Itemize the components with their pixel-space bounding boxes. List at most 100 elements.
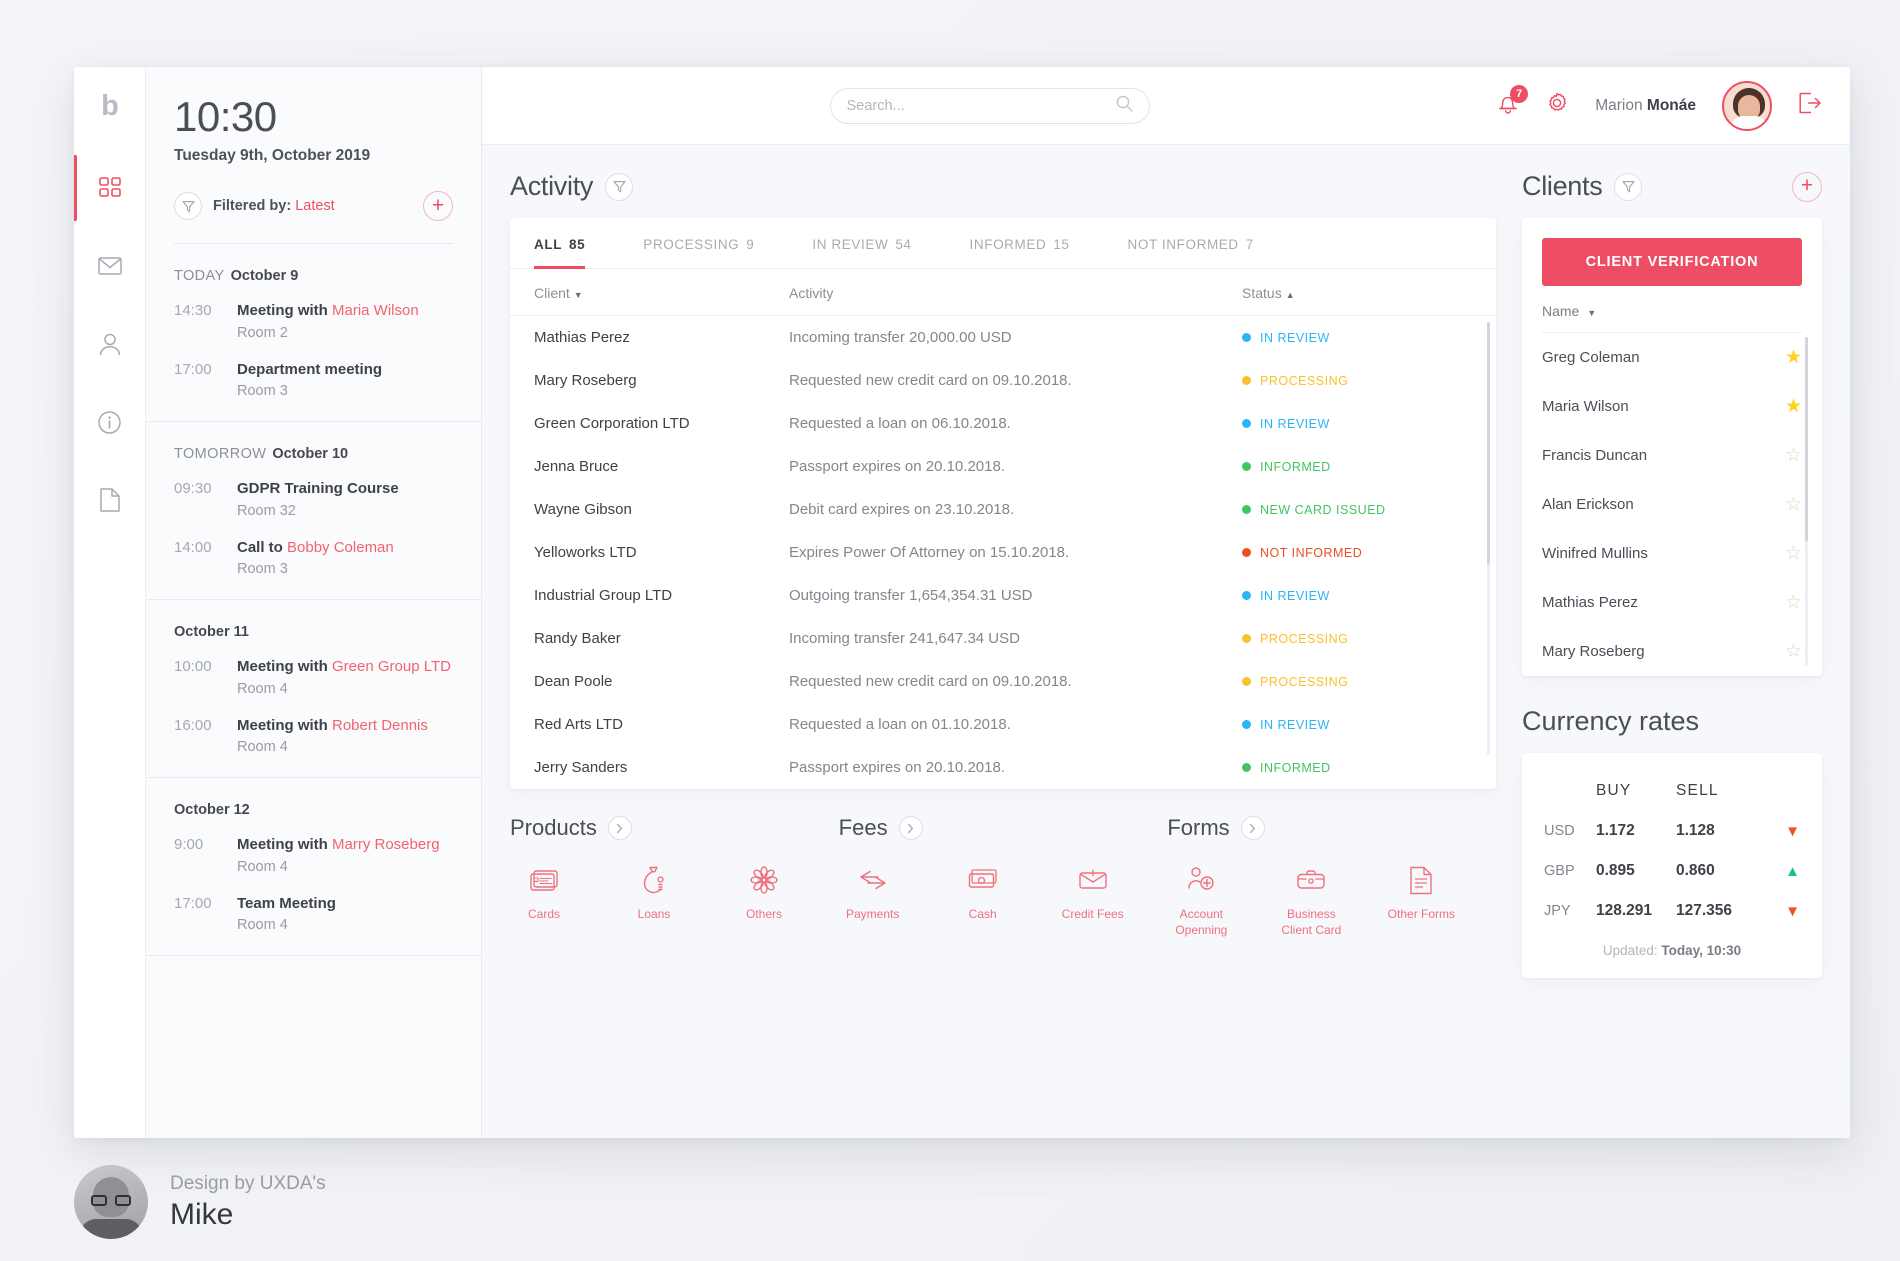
shortcut-payments[interactable]: Payments — [839, 863, 907, 922]
star-outline-icon[interactable]: ☆ — [1785, 544, 1802, 563]
shortcut-cards[interactable]: Cards — [510, 863, 578, 922]
activity-tabs: ALL 85 PROCESSING 9 IN REVIEW 54 INFORMED 15 NOT… — [510, 218, 1496, 269]
table-row[interactable]: Jerry Sanders Passport expires on 20.10.2… — [510, 746, 1496, 789]
money-bag-icon — [620, 863, 688, 897]
shortcut-credit-fees[interactable]: Credit Fees — [1059, 863, 1127, 922]
rail-item-dashboard[interactable] — [74, 149, 145, 227]
avatar-body — [1731, 115, 1767, 129]
tab-informed[interactable]: INFORMED 15 — [970, 218, 1070, 268]
table-row[interactable]: Wayne Gibson Debit card expires on 23.10.… — [510, 488, 1496, 531]
sort-arrow-status: ▲ — [1285, 290, 1295, 300]
calendar-event[interactable]: 10:00 Meeting with Green Group LTD Room 4 — [174, 657, 453, 697]
calendar-event-title: Meeting with Maria Wilson — [237, 302, 419, 320]
filter-label-text: Filtered by: — [213, 198, 292, 215]
shortcut-others[interactable]: Others — [730, 863, 798, 922]
client-row[interactable]: Maria Wilson ★ — [1542, 382, 1802, 431]
add-event-button[interactable]: + — [423, 191, 453, 222]
client-row[interactable]: Mathias Perez ☆ — [1542, 578, 1802, 627]
calendar-event[interactable]: 09:30 GDPR Training Course Room 32 — [174, 479, 453, 519]
currency-sell: 1.128 — [1676, 822, 1715, 839]
calendar-event-person[interactable]: Marry Roseberg — [332, 836, 440, 853]
info-icon — [98, 410, 121, 434]
calendar-day-date: October 10 — [272, 446, 349, 463]
star-filled-icon[interactable]: ★ — [1785, 397, 1802, 416]
tab-processing[interactable]: PROCESSING 9 — [643, 218, 754, 268]
filter-value-text[interactable]: Latest — [295, 198, 335, 214]
clients-sort-row[interactable]: Name ▼ — [1542, 286, 1802, 333]
calendar-event[interactable]: 9:00 Meeting with Marry Roseberg Room 4 — [174, 835, 453, 875]
currency-row: JPY 128.291 127.356 ▼ — [1544, 891, 1800, 931]
activity-filter-icon[interactable] — [605, 172, 634, 201]
rail-item-messages[interactable] — [74, 227, 145, 305]
table-row[interactable]: Industrial Group LTD Outgoing transfer 1,… — [510, 574, 1496, 617]
chevron-right-icon[interactable] — [1240, 816, 1265, 840]
table-row[interactable]: Yelloworks LTD Expires Power Of Attorney … — [510, 531, 1496, 574]
calendar-event[interactable]: 14:00 Call to Bobby Coleman Room 3 — [174, 538, 453, 578]
table-row[interactable]: Jenna Bruce Passport expires on 20.10.201… — [510, 445, 1496, 488]
logout-button[interactable] — [1798, 92, 1822, 119]
filter-icon[interactable] — [174, 192, 202, 221]
star-outline-icon[interactable]: ☆ — [1785, 642, 1802, 661]
client-verification-button[interactable]: CLIENT VERIFICATION — [1542, 238, 1802, 286]
chevron-right-icon[interactable] — [898, 816, 923, 840]
status-label: INFORMED — [1260, 760, 1331, 775]
settings-button[interactable] — [1545, 91, 1569, 120]
shortcut-loans[interactable]: Loans — [620, 863, 688, 922]
star-filled-icon[interactable]: ★ — [1785, 348, 1802, 367]
column-header-client-label: Client — [534, 285, 570, 301]
shortcut-other-forms[interactable]: Other Forms — [1387, 863, 1455, 938]
user-name[interactable]: Marion Monáe — [1595, 97, 1696, 115]
client-row[interactable]: Winifred Mullins ☆ — [1542, 529, 1802, 578]
calendar-event-person[interactable]: Maria Wilson — [332, 302, 419, 319]
column-header-status[interactable]: Status ▲ — [1242, 285, 1472, 301]
star-outline-icon[interactable]: ☆ — [1785, 446, 1802, 465]
client-row[interactable]: Greg Coleman ★ — [1542, 333, 1802, 382]
search-box[interactable] — [829, 87, 1150, 124]
tab-not-informed[interactable]: NOT INFORMED 7 — [1128, 218, 1254, 268]
shortcut-cash[interactable]: Cash — [949, 863, 1017, 922]
clients-scroll-thumb[interactable] — [1805, 337, 1808, 541]
activity-scrollbar[interactable] — [1487, 322, 1490, 755]
tab-all[interactable]: ALL 85 — [534, 218, 586, 269]
calendar-event[interactable]: 17:00 Department meeting Room 3 — [174, 360, 453, 400]
clients-scrollbar[interactable] — [1805, 337, 1808, 666]
client-row[interactable]: Alan Erickson ☆ — [1542, 480, 1802, 529]
table-row[interactable]: Mathias Perez Incoming transfer 20,000.00… — [510, 316, 1496, 359]
client-row[interactable]: Mary Roseberg ☆ — [1542, 627, 1802, 676]
shortcut-business-client-card[interactable]: Business Client Card — [1277, 863, 1345, 938]
avatar[interactable] — [1722, 80, 1772, 131]
calendar-event-person[interactable]: Green Group LTD — [332, 658, 451, 675]
table-row[interactable]: Red Arts LTD Requested a loan on 01.10.20… — [510, 703, 1496, 746]
column-header-client[interactable]: Client ▼ — [534, 285, 789, 301]
rail-item-documents[interactable] — [74, 461, 145, 539]
star-outline-icon[interactable]: ☆ — [1785, 495, 1802, 514]
calendar-event-person[interactable]: Robert Dennis — [332, 717, 428, 734]
clients-filter-icon[interactable] — [1614, 172, 1643, 201]
table-row[interactable]: Dean Poole Requested new credit card on 0… — [510, 660, 1496, 703]
calendar-event-title: Department meeting — [237, 360, 383, 378]
envelope-card-icon — [1059, 863, 1127, 897]
table-row[interactable]: Randy Baker Incoming transfer 241,647.34 … — [510, 617, 1496, 660]
shortcut-group-fees: Fees Payments Cash Credit Fees — [839, 815, 1168, 938]
star-outline-icon[interactable]: ☆ — [1785, 593, 1802, 612]
calendar-event-body: Team Meeting Room 4 — [237, 894, 453, 934]
client-row[interactable]: Francis Duncan ☆ — [1542, 431, 1802, 480]
activity-scroll-thumb[interactable] — [1487, 322, 1490, 565]
rail-item-clients[interactable] — [74, 305, 145, 383]
search-input[interactable] — [846, 97, 1116, 114]
chevron-right-icon[interactable] — [607, 816, 632, 840]
notifications-button[interactable]: 7 — [1497, 84, 1529, 120]
shortcut-account-openning[interactable]: Account Openning — [1167, 863, 1235, 938]
calendar-event[interactable]: 16:00 Meeting with Robert Dennis Room 4 — [174, 716, 453, 756]
search-icon[interactable] — [1116, 95, 1133, 117]
add-client-button[interactable]: + — [1792, 171, 1822, 202]
table-row[interactable]: Mary Roseberg Requested new credit card o… — [510, 359, 1496, 402]
calendar-event[interactable]: 17:00 Team Meeting Room 4 — [174, 894, 453, 934]
tab-in-review[interactable]: IN REVIEW 54 — [812, 218, 911, 268]
table-row[interactable]: Green Corporation LTD Requested a loan on… — [510, 402, 1496, 445]
column-header-activity[interactable]: Activity — [789, 285, 1242, 301]
calendar-event-person[interactable]: Bobby Coleman — [287, 539, 394, 556]
calendar-day-date: October 11 — [174, 624, 249, 641]
rail-item-info[interactable] — [74, 383, 145, 461]
calendar-event[interactable]: 14:30 Meeting with Maria Wilson Room 2 — [174, 301, 453, 341]
